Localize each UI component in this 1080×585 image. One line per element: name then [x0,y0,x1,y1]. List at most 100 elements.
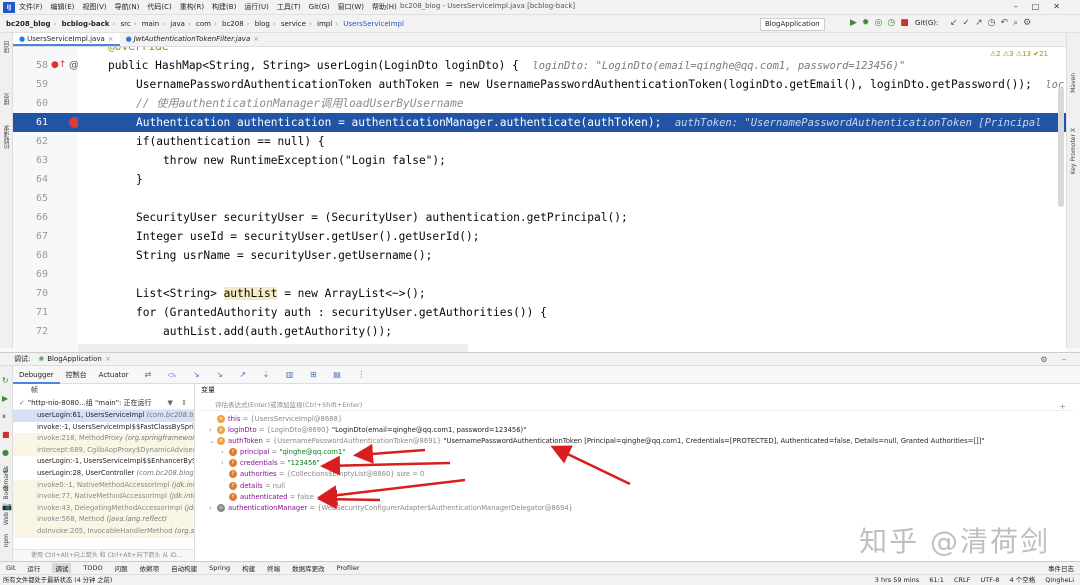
tool-spring[interactable]: Spring [209,564,230,572]
close-tab-icon[interactable]: × [253,35,259,43]
breadcrumb-bc208[interactable]: bc208 [222,20,244,28]
variable-row-authenticated[interactable]: f authenticated = false [195,492,1080,503]
status-cursor-pos[interactable]: 61:1 [929,576,944,584]
pull-request-tool-tab[interactable]: 拉取请求 [3,125,12,149]
variable-row-principal[interactable]: › f principal = "qinghe@qq.com1" [195,447,1080,458]
tab-usersserviceimpl[interactable]: ● UsersServiceImpl.java × [13,33,120,46]
variable-row[interactable]: ≡ this = {UsersServiceImpl@8688} [195,414,1080,425]
npm-tool-tab[interactable]: npm [3,534,10,547]
override-icon[interactable]: ●↑ [51,56,66,75]
breadcrumb-blog[interactable]: blog [255,20,270,28]
status-indent[interactable]: 4 个空格 [1010,576,1036,584]
tab-jwtfilter[interactable]: ● JwtAuthenticationTokenFilter.java × [120,33,266,46]
breadcrumb-service[interactable]: service [281,20,306,28]
menu-git[interactable]: Git(G) [309,3,330,11]
stack-frame[interactable]: userLogin:-1, UsersServiceImpl$$Enhancer… [13,456,194,468]
breadcrumb-java[interactable]: java [170,20,185,28]
status-user[interactable]: QingheLi [1045,576,1074,584]
tab-actuator[interactable]: Actuator [93,366,135,384]
stack-frame[interactable]: userLogin:61, UsersServiceImpl (com.bc20… [13,410,194,422]
menu-view[interactable]: 视图(V) [82,2,106,12]
run-icon[interactable]: ▶ [850,18,862,28]
git-push-icon[interactable]: ↗ [975,18,988,28]
git-commit-icon[interactable]: ✓ [963,18,976,28]
code-editor[interactable]: @Override ⚠2 ⚠3 ⚠13 ✔21 public HashMap<S… [78,47,1066,352]
menu-help[interactable]: 帮助(H) [372,2,397,12]
evaluate-expression-input[interactable]: 评估表达式(Enter)或添加监视(Ctrl+Shift+Enter) [201,399,1074,411]
web-tool-tab[interactable]: Web [3,512,10,525]
breadcrumb-class[interactable]: UsersServiceImpl [343,20,404,28]
tool-profiler[interactable]: Profiler [337,564,360,572]
tab-console[interactable]: 控制台 [60,366,93,384]
tool-problems[interactable]: 问题 [115,563,128,573]
breadcrumb-module[interactable]: bcblog-back [62,20,110,28]
history-icon[interactable]: ◷ [988,18,1001,28]
tool-terminal[interactable]: 终端 [267,563,280,573]
stack-frame[interactable]: invoke:568, Method (java.lang.reflect) [13,514,194,526]
variable-row[interactable]: › ∞ authenticationManager = {WebSecurityCo… [195,503,1080,514]
menu-run[interactable]: 运行(U) [244,2,269,12]
maven-tool-tab[interactable]: Maven [1070,73,1077,93]
menu-navigate[interactable]: 导航(N) [115,2,140,12]
menu-code[interactable]: 代码(C) [147,2,171,12]
debug-session-tab[interactable]: BlogApplication [47,355,102,363]
horizontal-scrollbar[interactable] [78,344,468,352]
tool-database-changes[interactable]: 数据库更改 [292,563,325,573]
breadcrumb-main[interactable]: main [142,20,160,28]
stack-frame[interactable]: invoke0:-1, NativeMethodAccessorImpl (jd… [13,479,194,492]
profile-icon[interactable]: ◷ [887,18,900,28]
tool-build[interactable]: 构建 [242,563,255,573]
stack-frame[interactable]: doInvoke:205, InvocableHandlerMethod (or… [13,525,194,538]
stop-icon[interactable]: ■ [900,18,914,28]
breadcrumb-com[interactable]: com [196,20,211,28]
menu-file[interactable]: 文件(F) [19,2,43,12]
key-promoter-tool-tab[interactable]: Key Promoter X [1070,128,1077,174]
filter-icon[interactable]: ▼ ⇕ [168,396,190,410]
status-encoding[interactable]: UTF-8 [980,576,999,584]
add-watch-icon[interactable]: + [1059,402,1066,411]
stack-frame[interactable]: invoke:43, DelegatingMethodAccessorImpl … [13,502,194,515]
git-update-icon[interactable]: ↙ [950,18,963,28]
menu-edit[interactable]: 编辑(E) [51,2,75,12]
vertical-scrollbar[interactable] [1058,87,1064,207]
close-session-icon[interactable]: × [105,355,111,363]
tool-todo[interactable]: TODO [83,564,102,572]
tool-dependencies[interactable]: 依赖项 [140,563,160,573]
tool-event-log[interactable]: 事件日志 [1048,563,1074,573]
variable-row[interactable]: ⌄ ≡ authToken = {UsernamePasswordAuthentic… [195,436,1080,447]
close-tab-icon[interactable]: × [108,35,114,43]
gear-icon[interactable]: ⚙ [1023,18,1036,28]
maximize-icon[interactable]: □ [1032,2,1054,11]
coverage-icon[interactable]: ◎ [874,18,887,28]
debug-icon[interactable]: ✹ [862,18,875,28]
breadcrumb-src[interactable]: src [120,20,130,28]
bookmarks-tool-tab[interactable]: Bookmarks [3,466,10,500]
breadcrumb-impl[interactable]: impl [317,20,332,28]
search-icon[interactable]: ⌕ [1013,18,1023,28]
panel-options[interactable]: ⚙ – [1040,355,1072,364]
project-tool-tab[interactable]: 项目 [3,41,12,53]
stack-frame[interactable]: invoke:77, NativeMethodAccessorImpl (jdk… [13,491,194,503]
stack-frame[interactable]: userLogin:28, UserController (com.bc208.… [13,468,194,480]
menu-build[interactable]: 构建(B) [212,2,236,12]
variable-row-credentials[interactable]: › f credentials = "123456" [195,458,1080,469]
variable-row-authorities[interactable]: f authorities = {Collections$EmptyList@88… [195,469,1080,480]
window-controls[interactable]: –□✕ [1014,2,1074,11]
rollback-icon[interactable]: ↶ [1001,18,1014,28]
step-controls[interactable]: ⇄ ⤼ ↘ ↘ ↗ ⇣ ▥ ⊞ ▤ ⋮ [145,370,373,380]
tool-run[interactable]: 运行 [27,563,40,573]
run-config-selector[interactable]: BlogApplication [760,18,825,31]
tool-git[interactable]: Git [6,564,15,572]
menu-refactor[interactable]: 重构(R) [180,2,204,12]
stack-frame[interactable]: invoke:218, MethodProxy (org.springframe… [13,433,194,445]
tab-debugger[interactable]: Debugger [13,366,60,384]
menu-tools[interactable]: 工具(T) [277,2,301,12]
tool-debug[interactable]: 调试 [52,563,72,573]
breadcrumb-project[interactable]: bc208_blog [6,20,51,28]
commit-tool-tab[interactable]: 提交 [3,93,12,105]
tool-auto-build[interactable]: 自动构建 [171,563,197,573]
close-icon[interactable]: ✕ [1053,2,1074,11]
menu-window[interactable]: 窗口(W) [338,2,364,12]
minimize-icon[interactable]: – [1014,2,1032,11]
status-eol[interactable]: CRLF [954,576,970,584]
